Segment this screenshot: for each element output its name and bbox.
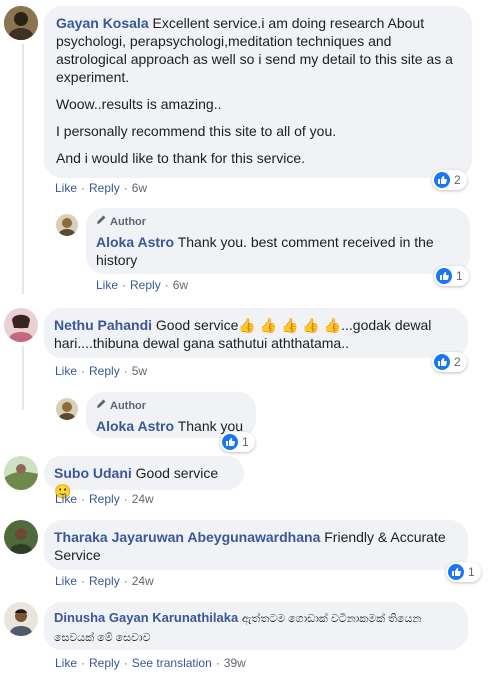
comment-bubble: Dinusha Gayan Karunathilaka ඇත්තටම ගොඩාක…: [44, 602, 468, 650]
commenter-name[interactable]: Dinusha Gayan Karunathilaka: [54, 610, 238, 625]
comment-actions: Like · Reply · 24w: [55, 492, 154, 506]
thread-line: [22, 44, 24, 294]
reply-button[interactable]: Reply: [130, 278, 161, 292]
timestamp[interactable]: 24w: [132, 574, 154, 588]
timestamp[interactable]: 6w: [173, 278, 188, 292]
comment-bubble: Gayan Kosala Excellent service.i am doin…: [44, 6, 472, 178]
commenter-name[interactable]: Gayan Kosala: [56, 15, 149, 31]
comment-bubble: Subo Udani Good service 🙂: [44, 456, 244, 499]
comment-text: And i would like to thank for this servi…: [56, 150, 306, 166]
timestamp[interactable]: 24w: [132, 492, 154, 506]
thumbs-up-icon: [448, 564, 464, 580]
comment-actions: Like · Reply · 6w: [55, 181, 148, 195]
reaction-count[interactable]: 1: [434, 266, 469, 286]
pencil-icon: [96, 213, 107, 231]
like-button[interactable]: Like: [55, 492, 77, 506]
author-label: Author: [110, 216, 147, 228]
thumbs-up-icon: [434, 354, 450, 370]
comment-text: I personally recommend this site to all …: [56, 123, 337, 139]
avatar[interactable]: [4, 602, 38, 636]
reply-button[interactable]: Reply: [89, 181, 120, 195]
pencil-icon: [96, 397, 107, 415]
timestamp[interactable]: 5w: [132, 364, 147, 378]
commenter-name[interactable]: Nethu Pahandi: [54, 317, 152, 333]
avatar[interactable]: [4, 456, 38, 490]
like-button[interactable]: Like: [55, 656, 77, 670]
reaction-number: 2: [454, 173, 461, 187]
like-button[interactable]: Like: [55, 181, 77, 195]
reaction-number: 1: [242, 435, 249, 449]
thumbs-up-icon: [436, 268, 452, 284]
avatar[interactable]: [56, 214, 78, 236]
commenter-name[interactable]: Aloka Astro: [96, 234, 174, 250]
commenter-name[interactable]: Subo Udani: [54, 465, 132, 481]
thumbs-up-icon: [434, 172, 450, 188]
comment-text: Good service: [135, 465, 219, 481]
thumbs-up-icon: [222, 434, 238, 450]
timestamp[interactable]: 39w: [224, 656, 246, 670]
avatar[interactable]: [4, 308, 38, 342]
comment-bubble: Nethu Pahandi Good service👍 👍 👍 👍 👍...go…: [44, 308, 468, 358]
avatar[interactable]: [56, 398, 78, 420]
like-button[interactable]: Like: [96, 278, 118, 292]
reply-button[interactable]: Reply: [89, 574, 120, 588]
comment-text: Woow..results is amazing..: [56, 96, 222, 112]
commenter-name[interactable]: Tharaka Jayaruwan Abeygunawardhana: [54, 529, 320, 545]
avatar[interactable]: [4, 6, 38, 40]
thread-line: [22, 346, 24, 410]
comment-actions: Like · Reply · 5w: [55, 364, 148, 378]
reaction-number: 1: [468, 565, 475, 579]
reply-button[interactable]: Reply: [89, 656, 120, 670]
reaction-number: 1: [456, 269, 463, 283]
avatar[interactable]: [4, 520, 38, 554]
like-button[interactable]: Like: [55, 574, 77, 588]
emoji-thumbs: 👍 👍 👍 👍 👍: [238, 317, 342, 333]
reaction-count[interactable]: 1: [446, 562, 481, 582]
timestamp[interactable]: 6w: [132, 181, 147, 195]
author-badge: Author: [96, 397, 246, 415]
author-badge: Author: [96, 213, 460, 231]
commenter-name[interactable]: Aloka Astro: [96, 418, 174, 434]
comment-actions: Like · Reply · 24w: [55, 574, 154, 588]
author-label: Author: [110, 400, 147, 412]
reaction-count[interactable]: 2: [432, 352, 467, 372]
reaction-count[interactable]: 2: [432, 170, 467, 190]
reply-button[interactable]: Reply: [89, 492, 120, 506]
reaction-number: 2: [454, 355, 461, 369]
see-translation-link[interactable]: See translation: [132, 656, 212, 670]
comment-text: Good service: [155, 317, 239, 333]
comment-actions: Like · Reply · 6w: [96, 278, 189, 292]
comment-actions: Like · Reply · See translation · 39w: [55, 656, 246, 670]
like-button[interactable]: Like: [55, 364, 77, 378]
comment-bubble: Tharaka Jayaruwan Abeygunawardhana Frien…: [44, 520, 468, 570]
reply-bubble: Author Aloka Astro Thank you. best comme…: [86, 208, 470, 274]
reply-button[interactable]: Reply: [89, 364, 120, 378]
reaction-count[interactable]: 1: [220, 432, 255, 452]
